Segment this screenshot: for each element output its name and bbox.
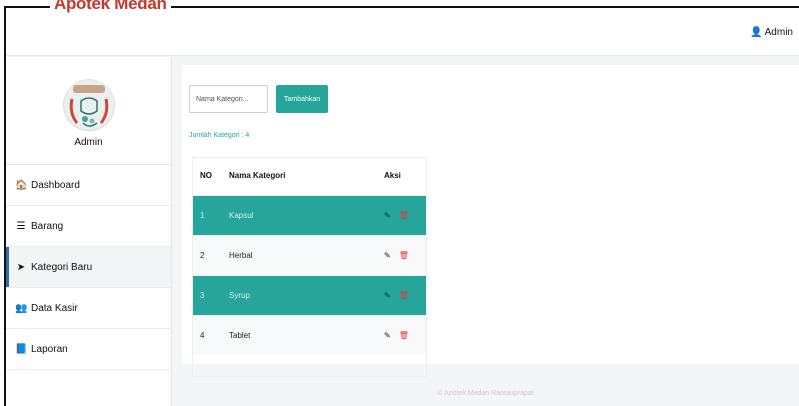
avatar [63,79,115,131]
sidebar-item-laporan[interactable]: 📘 Laporan [6,329,171,370]
row-actions: ✎ 🗑 [384,194,427,235]
row-category-name: Tablet [219,314,384,355]
add-category-form: Tambahkan [189,85,329,113]
sidebar: Admin 🏠 Dashboard ☰ Barang ➤ Kategori Ba… [6,57,172,406]
edit-pencil-icon[interactable]: ✎ [384,251,391,260]
users-icon: 👥 [15,302,28,314]
row-number: 3 [192,274,219,315]
edit-pencil-icon[interactable]: ✎ [384,291,391,300]
user-menu[interactable]: 👤 Admin [750,27,793,38]
category-name-input[interactable] [189,85,268,113]
table-row: 4 Tablet ✎ 🗑 [192,314,427,355]
sidebar-item-kategori-baru[interactable]: ➤ Kategori Baru [6,247,171,288]
category-card: Tambahkan Jumlah Kategori : 4 NO Nama Ka… [182,65,799,377]
row-category-name: Herbal [219,234,384,275]
delete-trash-icon[interactable]: 🗑 [399,291,409,300]
column-header-name: Nama Kategori [219,157,384,196]
table-row: 3 Syrup ✎ 🗑 [192,274,427,315]
row-actions: ✎ 🗑 [384,274,427,315]
delete-trash-icon[interactable]: 🗑 [399,211,409,220]
top-bar: 👤 Admin [6,8,799,56]
column-header-aksi: Aksi [384,157,427,196]
sidebar-item-dashboard[interactable]: 🏠 Dashboard [6,165,171,206]
book-icon: 📘 [15,343,28,355]
sidebar-item-data-kasir[interactable]: 👥 Data Kasir [6,288,171,329]
sidebar-item-label: Data Kasir [31,302,78,314]
row-number: 2 [192,234,219,275]
bars-icon: ☰ [16,220,26,232]
table-row: 1 Kapsul ✎ 🗑 [192,194,427,235]
edit-pencil-icon[interactable]: ✎ [384,331,391,340]
add-category-button[interactable]: Tambahkan [276,85,329,113]
delete-trash-icon[interactable]: 🗑 [399,331,409,340]
profile-section: Admin [6,57,171,165]
category-table: NO Nama Kategori Aksi 1 Kapsul ✎ 🗑 2 Her… [192,157,427,355]
column-header-no: NO [192,157,219,196]
footer-copyright: © Apotek Medan Rantauprapat [437,390,534,397]
row-number: 4 [192,314,219,355]
row-category-name: Syrup [219,274,384,315]
category-count: Jumlah Kategori : 4 [189,132,250,139]
sidebar-item-label: Dashboard [31,179,80,191]
tag-icon: ➤ [16,261,26,273]
row-number: 1 [192,194,219,235]
profile-name: Admin [74,137,103,148]
sidebar-item-barang[interactable]: ☰ Barang [6,206,171,247]
row-actions: ✎ 🗑 [384,314,427,355]
table-row: 2 Herbal ✎ 🗑 [192,234,427,275]
row-category-name: Kapsul [219,194,384,235]
brand-title[interactable]: Apotek Medan [50,0,171,14]
edit-pencil-icon[interactable]: ✎ [384,211,391,220]
delete-trash-icon[interactable]: 🗑 [399,251,409,260]
table-header-row: NO Nama Kategori Aksi [192,157,427,196]
user-icon: 👤 [750,27,763,38]
home-icon: 🏠 [15,179,28,191]
pharmacy-logo-icon [64,80,114,130]
main-content: Tambahkan Jumlah Kategori : 4 NO Nama Ka… [172,57,799,406]
row-actions: ✎ 🗑 [384,234,427,275]
user-label: Admin [764,27,793,38]
sidebar-item-label: Laporan [31,343,68,355]
sidebar-item-label: Barang [31,220,64,232]
sidebar-item-label: Kategori Baru [31,261,93,273]
